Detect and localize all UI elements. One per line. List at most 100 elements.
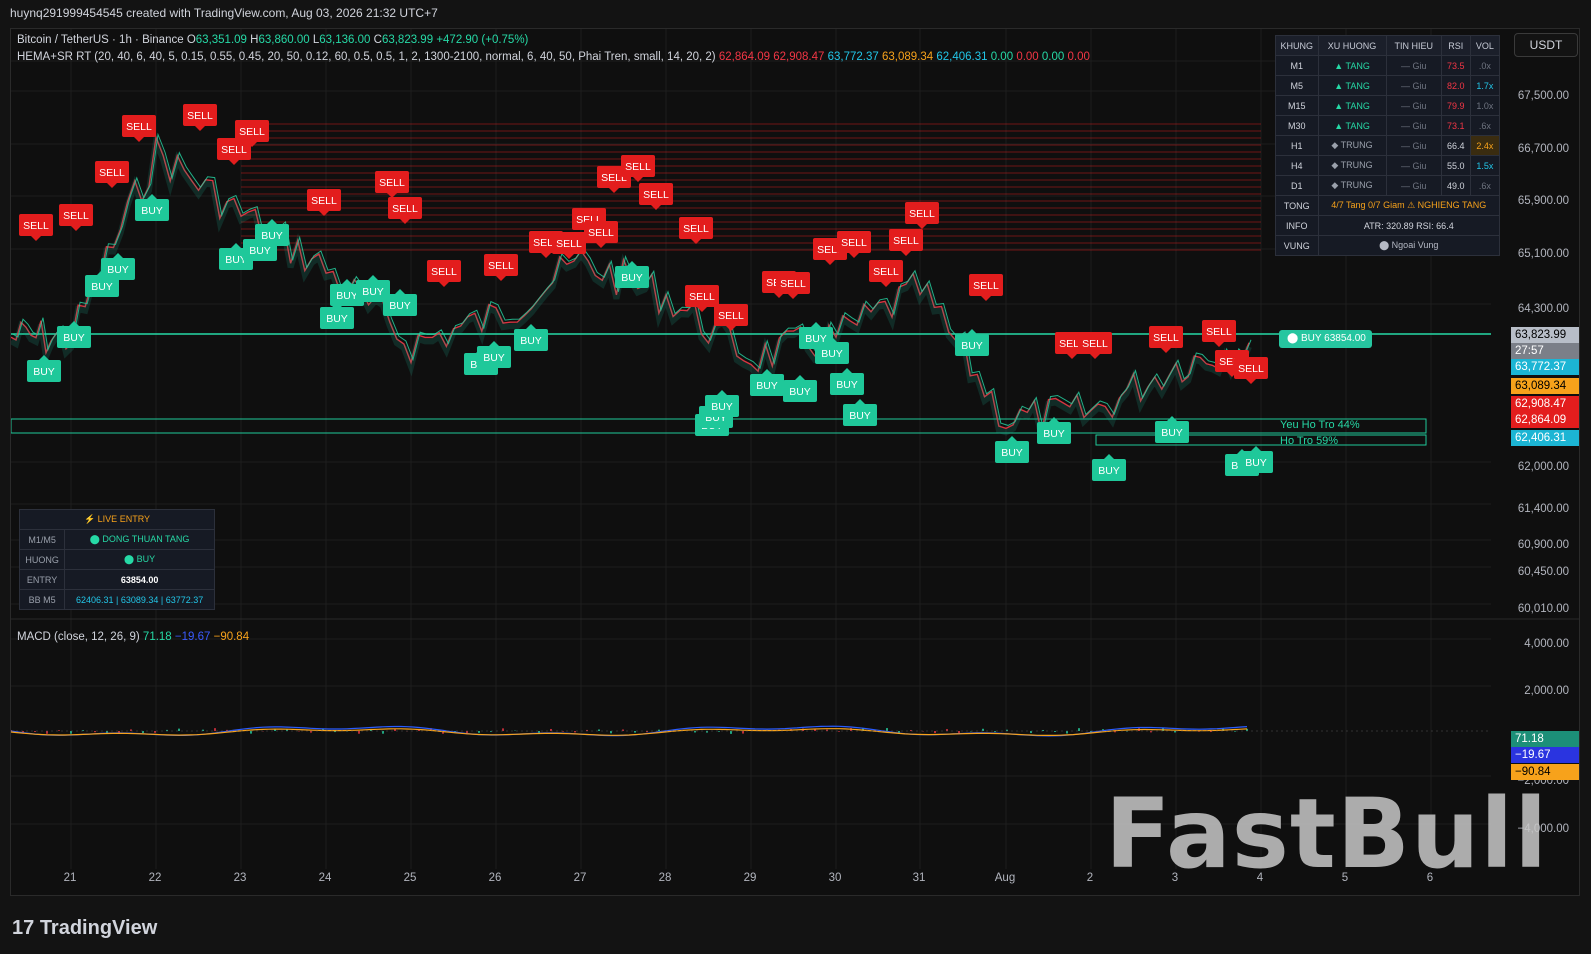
- table-cell: ⬤ DONG THUAN TANG: [64, 529, 215, 550]
- time-tick-label: 25: [403, 872, 417, 884]
- indicator-legend[interactable]: HEMA+SR RT (20, 40, 6, 40, 5, 0.15, 0.55…: [17, 51, 1090, 63]
- close-label: C: [373, 34, 382, 46]
- tradingview-window: huynq291999454545 created with TradingVi…: [0, 0, 1591, 954]
- macd-value: 71.18: [142, 631, 172, 643]
- table-cell: M15: [1275, 95, 1319, 116]
- table-cell: 55.0: [1440, 155, 1471, 176]
- buy-signal-label: BUY: [389, 300, 411, 312]
- open-value: 63,351.09: [195, 34, 247, 46]
- sell-signal-pointer: [596, 243, 606, 248]
- sell-signal-label: SELL: [187, 110, 213, 122]
- sell-signal-label: SELL: [841, 237, 867, 249]
- buy-signal-label: BUY: [63, 332, 85, 344]
- table-row: M30 ▲ TANG — Giu 73.1.6x: [1275, 115, 1501, 136]
- live-entry-table: ⚡ LIVE ENTRY M1/M5 ⬤ DONG THUAN TANG HUONG ⬤…: [18, 509, 215, 610]
- buy-signal-label: BUY: [756, 380, 778, 392]
- sell-signal-pointer: [195, 126, 205, 131]
- sell-signal-label: SELL: [392, 203, 418, 215]
- table-cell: — Giu: [1385, 115, 1442, 136]
- sell-signal-label: SELL: [1153, 332, 1179, 344]
- buy-signal-label: BUY: [336, 290, 358, 302]
- time-tick-label: Aug: [994, 872, 1016, 884]
- table-header: VOL: [1469, 35, 1501, 56]
- table-cell: ▲ TANG: [1317, 115, 1387, 136]
- sell-signal-label: SELL: [63, 210, 89, 222]
- buy-signal-label: BUY: [520, 335, 542, 347]
- indicator-name[interactable]: HEMA+SR RT (20, 40, 6, 40, 5, 0.15, 0.55…: [17, 51, 716, 63]
- signal-value: −19.67: [174, 631, 211, 643]
- table-summary-row: INFO ATR: 320.89 RSI: 66.4: [1275, 215, 1501, 236]
- table-cell: 49.0: [1440, 175, 1471, 196]
- buy-signal-pointer: [267, 219, 277, 224]
- buy-signal-pointer: [231, 243, 241, 248]
- table-cell: 82.0: [1440, 75, 1471, 96]
- buy-signal-label: BUY: [261, 230, 283, 242]
- buy-signal-label: BUY: [1043, 428, 1065, 440]
- close-value: 63,823.99: [381, 34, 434, 46]
- buy-signal-label: BUY: [621, 272, 643, 284]
- sell-signal-pointer: [541, 253, 551, 258]
- buy-signal-label: BUY: [849, 410, 871, 422]
- high-value: 63,860.00: [258, 34, 310, 46]
- table-row: HUONG ⬤ BUY: [18, 549, 215, 570]
- table-cell: 73.1: [1440, 115, 1471, 136]
- sell-signal-pointer: [400, 219, 410, 224]
- live-entry-title: ⚡ LIVE ENTRY: [19, 509, 215, 530]
- buy-signal-label: BUY: [711, 401, 733, 413]
- table-header: XU HUONG: [1317, 35, 1387, 56]
- table-cell: .6x: [1469, 115, 1501, 136]
- indicator-value: 0.00: [1067, 51, 1090, 63]
- symbol-legend[interactable]: Bitcoin / TetherUS · 1h · Binance O63,35…: [17, 34, 528, 46]
- summary-value: ATR: 320.89 RSI: 66.4: [1317, 215, 1501, 236]
- symbol-name[interactable]: Bitcoin / TetherUS · 1h · Binance: [17, 34, 184, 46]
- summary-label: TONG: [1275, 195, 1319, 216]
- table-cell: — Giu: [1385, 175, 1442, 196]
- sell-signal-pointer: [31, 236, 41, 241]
- buy-signal-label: BUY: [362, 286, 384, 298]
- tradingview-logo[interactable]: 17 TradingView: [12, 917, 157, 940]
- table-row: H1 ◆ TRUNG — Giu 66.4 2.4x: [1275, 135, 1501, 156]
- sell-signal-label: SELL: [379, 177, 405, 189]
- sell-signal-label: SELL: [1238, 363, 1264, 375]
- signal-line: [11, 728, 1248, 736]
- sell-signal-pointer: [917, 224, 927, 229]
- table-cell: D1: [1275, 175, 1319, 196]
- currency-button[interactable]: USDT: [1514, 33, 1578, 57]
- table-cell: 79.9: [1440, 95, 1471, 116]
- sell-signal-pointer: [881, 282, 891, 287]
- price-tag: −19.67: [1511, 747, 1579, 763]
- table-cell: 62406.31 | 63089.34 | 63772.37: [64, 589, 215, 610]
- time-tick-label: 26: [488, 872, 502, 884]
- sell-signal-label: SELL: [873, 266, 899, 278]
- sell-signal-pointer: [788, 294, 798, 299]
- buy-signal-label: BUY: [836, 379, 858, 391]
- sell-signal-pointer: [1214, 342, 1224, 347]
- sell-signal-label: SELL: [588, 227, 614, 239]
- buy-signal-label: BUY: [821, 348, 843, 360]
- time-tick-label: 22: [148, 872, 162, 884]
- sell-signal-label: SELL: [1082, 338, 1108, 350]
- macd-name[interactable]: MACD (close, 12, 26, 9): [17, 631, 140, 643]
- sell-signal-pointer: [496, 276, 506, 281]
- table-cell: ▲ TANG: [1317, 75, 1387, 96]
- table-cell: 66.4: [1440, 135, 1471, 156]
- summary-label: VUNG: [1275, 235, 1319, 256]
- buy-signal-label: BUY: [33, 366, 55, 378]
- sell-signal-label: SELL: [556, 238, 582, 250]
- sell-signal-pointer: [825, 260, 835, 265]
- table-cell: ◆ TRUNG: [1317, 155, 1387, 176]
- sell-signal-label: SELL: [23, 220, 49, 232]
- sell-signal-pointer: [1067, 354, 1077, 359]
- macd-legend[interactable]: MACD (close, 12, 26, 9) 71.18 −19.67 −90…: [17, 631, 249, 643]
- table-cell: — Giu: [1385, 55, 1442, 76]
- sell-signal-label: SELL: [221, 144, 247, 156]
- chart-author-line: huynq291999454545 created with TradingVi…: [10, 6, 438, 20]
- buy-signal-label: BUY: [483, 352, 505, 364]
- summary-value: 4/7 Tang 0/7 Giam ⚠ NGHIENG TANG: [1317, 195, 1501, 216]
- sell-signal-label: SELL: [643, 189, 669, 201]
- table-cell: M5: [1275, 75, 1319, 96]
- table-cell: M30: [1275, 115, 1319, 136]
- sell-signal-pointer: [439, 282, 449, 287]
- table-header-row: KHUNG XU HUONG TIN HIEU RSI VOL: [1275, 35, 1501, 56]
- price-tick-label: 60,450.00: [1517, 566, 1569, 578]
